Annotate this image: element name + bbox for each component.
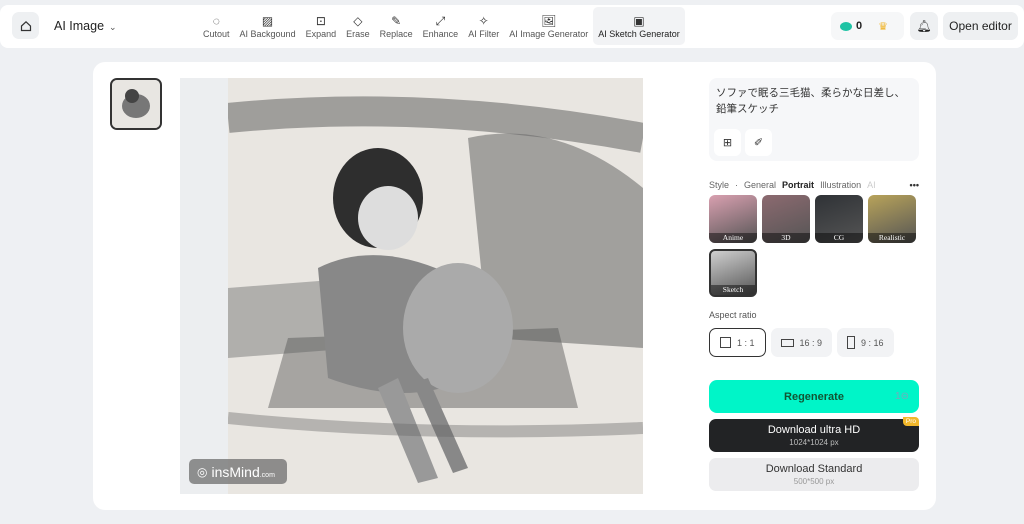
credits-button[interactable]: 0 ♛ [831, 12, 904, 40]
tab-ai[interactable]: AI [867, 180, 876, 190]
top-bar: AI Image ⌄ ◌ Cutout ▨ AI Backgound ⊡ Expand ◇ Er… [0, 5, 1024, 48]
credit-count: 0 [856, 20, 863, 32]
tool-label: AI Filter [468, 28, 500, 39]
style-3d[interactable]: 3D [762, 195, 810, 243]
style-tabs: Style · General Portrait Illustration AI … [709, 180, 919, 190]
history-thumbnail[interactable] [110, 78, 162, 130]
download-standard-button[interactable]: Download Standard 500*500 px [709, 458, 919, 491]
ai-image-generator-icon: 🖼 [541, 13, 557, 28]
style-label: Sketch [711, 285, 755, 295]
notifications-button[interactable]: 🔔︎ [910, 12, 938, 40]
bell-icon: 🔔︎ [916, 19, 932, 33]
tool-cutout[interactable]: ◌ Cutout [198, 7, 235, 45]
regenerate-button[interactable]: Regenerate 1⊖ [709, 380, 919, 413]
credit-icon: ⊖ [900, 391, 909, 402]
tab-illustration[interactable]: Illustration [820, 180, 861, 190]
tool-label: Erase [346, 28, 370, 39]
tab-general[interactable]: General [744, 180, 776, 190]
tool-replace[interactable]: ✎ Replace [375, 7, 418, 45]
style-realistic[interactable]: Realistic [868, 195, 916, 243]
tool-label: Replace [379, 28, 413, 39]
crown-icon[interactable]: ♛ [878, 20, 888, 33]
download-std-size: 500*500 px [793, 477, 835, 486]
settings-panel: ソファで眠る三毛猫、柔らかな日差し、鉛筆スケッチ ⊞ ✐ Style · Gene… [709, 78, 919, 491]
prompt-text: ソファで眠る三毛猫、柔らかな日差し、鉛筆スケッチ [716, 87, 905, 115]
tool-label: AI Image Generator [509, 28, 589, 39]
style-label: 3D [762, 233, 810, 243]
square-icon [720, 337, 731, 348]
ratio-label: 9 : 16 [861, 337, 884, 348]
style-label: Anime [709, 233, 757, 243]
tab-portrait[interactable]: Portrait [782, 180, 814, 190]
download-hd-size: 1024*1024 px [789, 438, 839, 447]
enhance-icon: ⤢ [435, 13, 446, 28]
download-hd-label: Download ultra HD [767, 424, 861, 436]
generated-sketch-image[interactable] [228, 78, 643, 494]
tool-ai-backgound[interactable]: ▨ AI Backgound [235, 7, 301, 45]
app-menu[interactable]: AI Image ⌄ [54, 19, 117, 33]
tool-label: AI Sketch Generator [598, 28, 680, 39]
cutout-icon: ◌ [212, 13, 220, 28]
tool-nav: ◌ Cutout ▨ AI Backgound ⊡ Expand ◇ Erase ✎ Replac… [198, 5, 685, 48]
tool-ai-sketch-generator[interactable]: ▣ AI Sketch Generator [593, 7, 685, 45]
ratio-16-9[interactable]: 16 : 9 [770, 328, 833, 357]
watermark-logo: ◎ insMind.com [189, 459, 287, 484]
style-label: CG [815, 233, 863, 243]
app-name: AI Image [54, 19, 105, 33]
tool-label: Cutout [203, 28, 230, 39]
download-std-label: Download Standard [765, 463, 863, 475]
expand-icon: ⊡ [315, 13, 326, 28]
aspect-ratio-label: Aspect ratio [709, 310, 757, 320]
ratio-label: 1 : 1 [737, 337, 755, 348]
ai-filter-icon: ✧ [478, 13, 489, 28]
tool-label: AI Backgound [239, 28, 296, 39]
sketch-draw-button[interactable]: ✐ [745, 129, 772, 156]
main-card: ◎ insMind.com ソファで眠る三毛猫、柔らかな日差し、鉛筆スケッチ ⊞ … [93, 62, 936, 510]
style-label: Style [709, 180, 730, 190]
home-icon [20, 20, 31, 31]
download-ultra-hd-button[interactable]: Pro Download ultra HD 1024*1024 px [709, 417, 919, 452]
erase-icon: ◇ [353, 13, 363, 28]
open-editor-button[interactable]: Open editor [943, 12, 1018, 40]
regenerate-label: Regenerate [784, 390, 844, 403]
replace-icon: ✎ [391, 13, 402, 28]
ratio-9-16[interactable]: 9 : 16 [837, 328, 894, 357]
brush-icon: ✐ [753, 136, 764, 149]
chevron-down-icon: ⌄ [109, 22, 117, 32]
style-grid: Anime 3D CG Realistic Sketch [709, 195, 919, 297]
home-button[interactable] [12, 12, 39, 39]
ratio-1-1[interactable]: 1 : 1 [709, 328, 766, 357]
ai-sketch-generator-icon: ▣ [633, 13, 645, 28]
image-add-icon: ⊞ [722, 136, 733, 149]
tool-label: Expand [305, 28, 337, 39]
tool-expand[interactable]: ⊡ Expand [301, 7, 342, 45]
portrait-icon [847, 336, 856, 349]
tool-erase[interactable]: ◇ Erase [341, 7, 375, 45]
upload-image-button[interactable]: ⊞ [714, 129, 741, 156]
ratio-label: 16 : 9 [799, 337, 823, 348]
tool-enhance[interactable]: ⤢ Enhance [418, 7, 464, 45]
aspect-ratio-options: 1 : 1 16 : 9 9 : 16 [709, 328, 919, 357]
more-icon[interactable]: ••• [910, 180, 919, 190]
tool-ai-image-generator[interactable]: 🖼 AI Image Generator [504, 7, 593, 45]
style-anime[interactable]: Anime [709, 195, 757, 243]
prompt-input[interactable]: ソファで眠る三毛猫、柔らかな日差し、鉛筆スケッチ ⊞ ✐ [709, 78, 919, 161]
style-sketch[interactable]: Sketch [709, 249, 757, 297]
pro-badge: Pro [902, 417, 919, 426]
landscape-icon [780, 338, 794, 347]
style-label: Realistic [868, 233, 916, 243]
ai-background-icon: ▨ [261, 13, 274, 28]
result-canvas: ◎ insMind.com [180, 78, 643, 494]
tool-ai-filter[interactable]: ✧ AI Filter [463, 7, 504, 45]
credit-coin-icon [840, 21, 852, 31]
style-cg[interactable]: CG [815, 195, 863, 243]
tool-label: Enhance [422, 28, 459, 39]
